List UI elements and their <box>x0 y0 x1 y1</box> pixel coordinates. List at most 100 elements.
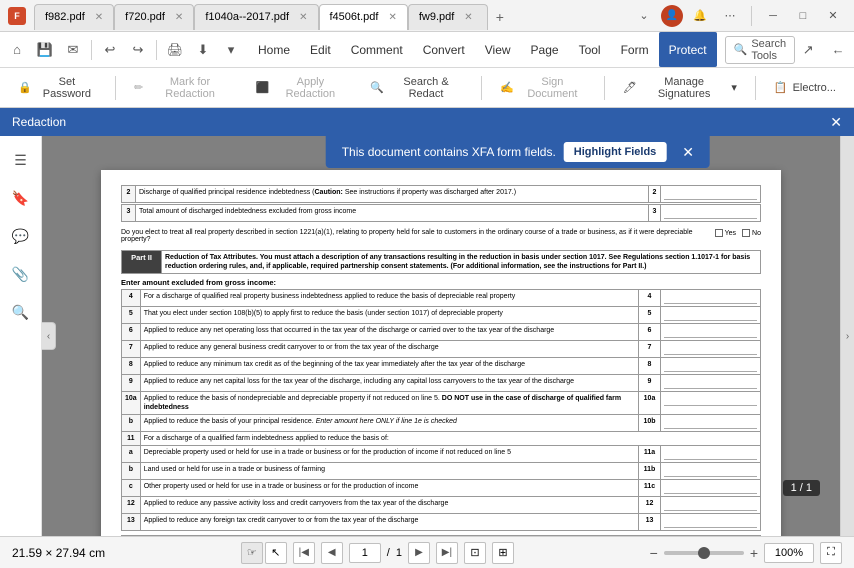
question-text: Do you elect to treat all real property … <box>121 229 709 243</box>
pdf-page: 2 Discharge of qualified principal resid… <box>101 170 781 536</box>
electronic-button[interactable]: 📋 Electro... <box>764 73 846 103</box>
menu-home[interactable]: Home <box>248 32 300 67</box>
print-icon[interactable]: 🖨 <box>162 36 188 64</box>
maximize-button[interactable]: □ <box>790 3 816 29</box>
panel-search-icon[interactable]: 🔍 <box>5 296 37 328</box>
zoom-level-display[interactable]: 100% <box>764 543 814 563</box>
cursor-tool-button[interactable]: ↖ <box>265 542 287 564</box>
menu-view[interactable]: View <box>475 32 521 67</box>
tab-f982[interactable]: f982.pdf ✕ <box>34 4 114 30</box>
minimize-button[interactable]: ─ <box>760 3 786 29</box>
document-scroll[interactable]: This document contains XFA form fields. … <box>42 136 840 536</box>
tab-close-f982[interactable]: ✕ <box>95 12 103 23</box>
hand-tool-button[interactable]: ☞ <box>241 542 263 564</box>
fit-page-button[interactable]: ⊞ <box>492 542 514 564</box>
menu-comment[interactable]: Comment <box>341 32 413 67</box>
row-text: For a discharge of a qualified farm inde… <box>140 432 760 446</box>
close-button[interactable]: ✕ <box>820 3 846 29</box>
row-3-field[interactable] <box>661 205 761 222</box>
panel-attachment-icon[interactable]: 📎 <box>5 258 37 290</box>
zoom-in-button[interactable]: + <box>750 545 758 561</box>
input-field[interactable] <box>661 375 761 392</box>
yes-checkbox[interactable]: Yes <box>715 229 736 237</box>
manage-signatures-button[interactable]: 🖊 Manage Signatures ▾ <box>613 73 747 103</box>
cursor-tools: ☞ ↖ <box>241 542 287 564</box>
undo-icon[interactable]: ↩ <box>97 36 123 64</box>
email-icon[interactable]: ✉ <box>60 36 86 64</box>
left-panel-collapse-button[interactable]: ‹ <box>42 322 56 350</box>
tab-close-fw9[interactable]: ✕ <box>464 12 472 23</box>
zoom-thumb[interactable] <box>698 547 710 559</box>
row-num: 8 <box>122 358 141 375</box>
field-label: 11c <box>639 480 661 497</box>
row-2-field[interactable] <box>661 186 761 203</box>
window-controls: ⌄ 👤 🔔 ⋯ ─ □ ✕ <box>631 3 846 29</box>
prev-page-button[interactable]: ◀ <box>321 542 343 564</box>
menu-dots-icon[interactable]: ⋯ <box>717 3 743 29</box>
notification-icon[interactable]: 🔔 <box>687 3 713 29</box>
set-password-button[interactable]: 🔒 Set Password <box>8 73 107 103</box>
input-field[interactable] <box>661 480 761 497</box>
fullscreen-button[interactable]: ⛶ <box>820 542 842 564</box>
search-tools-button[interactable]: 🔍 Search Tools <box>725 36 796 64</box>
back-icon[interactable]: ← <box>825 36 851 64</box>
last-page-button[interactable]: ▶| <box>436 542 458 564</box>
input-field[interactable] <box>661 514 761 531</box>
input-field[interactable] <box>661 446 761 463</box>
zoom-slider[interactable] <box>664 551 744 555</box>
menu-protect[interactable]: Protect <box>659 32 717 67</box>
input-field[interactable] <box>661 341 761 358</box>
yes-checkbox-box[interactable] <box>715 229 723 237</box>
profile-icon[interactable]: 👤 <box>661 5 683 27</box>
next-page-button[interactable]: ▶ <box>408 542 430 564</box>
menu-convert[interactable]: Convert <box>413 32 475 67</box>
part2-header-table: Part II Reduction of Tax Attributes. You… <box>121 250 761 274</box>
mark-for-redaction-button[interactable]: ✏ Mark for Redaction <box>124 73 242 103</box>
panel-bookmark-icon[interactable]: 🔖 <box>5 182 37 214</box>
search-redact-button[interactable]: 🔍 Search & Redact <box>360 73 473 103</box>
tab-fw9[interactable]: fw9.pdf ✕ <box>408 4 488 30</box>
tab-close-f1040a[interactable]: ✕ <box>299 12 307 23</box>
input-field[interactable] <box>661 358 761 375</box>
tab-f720[interactable]: f720.pdf ✕ <box>114 4 194 30</box>
input-field[interactable] <box>661 415 761 432</box>
tab-f1040a[interactable]: f1040a--2017.pdf ✕ <box>194 4 318 30</box>
tab-close-f4506t[interactable]: ✕ <box>388 12 396 23</box>
first-page-button[interactable]: |◀ <box>293 542 315 564</box>
save-icon[interactable]: 💾 <box>32 36 58 64</box>
tab-close-f720[interactable]: ✕ <box>175 12 183 23</box>
redaction-panel-close[interactable]: ✕ <box>830 114 842 131</box>
panel-comment-icon[interactable]: 💬 <box>5 220 37 252</box>
new-tab-button[interactable]: + <box>488 5 512 29</box>
home-icon[interactable]: ⌂ <box>4 36 30 64</box>
no-checkbox[interactable]: No <box>742 229 761 237</box>
no-checkbox-box[interactable] <box>742 229 750 237</box>
zoom-out-button[interactable]: − <box>650 545 658 561</box>
dropdown-icon[interactable]: ▾ <box>218 36 244 64</box>
menu-form[interactable]: Form <box>611 32 659 67</box>
chevron-down-icon[interactable]: ⌄ <box>631 3 657 29</box>
tab-f4506t[interactable]: f4506t.pdf ✕ <box>319 4 408 30</box>
input-field[interactable] <box>661 324 761 341</box>
apply-redaction-button[interactable]: ⬛ Apply Redaction <box>246 73 356 103</box>
menu-page[interactable]: Page <box>521 32 569 67</box>
menu-tool[interactable]: Tool <box>569 32 611 67</box>
row-num: 5 <box>122 307 141 324</box>
panel-nav-icon[interactable]: ☰ <box>5 144 37 176</box>
redo-icon[interactable]: ↪ <box>125 36 151 64</box>
sign-document-button[interactable]: ✍ Sign Document <box>490 73 596 103</box>
input-field[interactable] <box>661 497 761 514</box>
input-field[interactable] <box>661 463 761 480</box>
popup-close-icon[interactable]: ✕ <box>682 144 694 161</box>
input-field[interactable] <box>661 290 761 307</box>
download-icon[interactable]: ⬇ <box>190 36 216 64</box>
page-number-input[interactable] <box>349 543 381 563</box>
input-field[interactable] <box>661 392 761 415</box>
menu-edit[interactable]: Edit <box>300 32 341 67</box>
search-redact-icon: 🔍 <box>370 81 384 94</box>
external-link-icon[interactable]: ↗ <box>795 36 821 64</box>
fit-width-button[interactable]: ⊡ <box>464 542 486 564</box>
highlight-fields-button[interactable]: Highlight Fields <box>564 142 667 162</box>
input-field[interactable] <box>661 307 761 324</box>
right-panel-collapse-button[interactable]: › <box>840 136 854 536</box>
